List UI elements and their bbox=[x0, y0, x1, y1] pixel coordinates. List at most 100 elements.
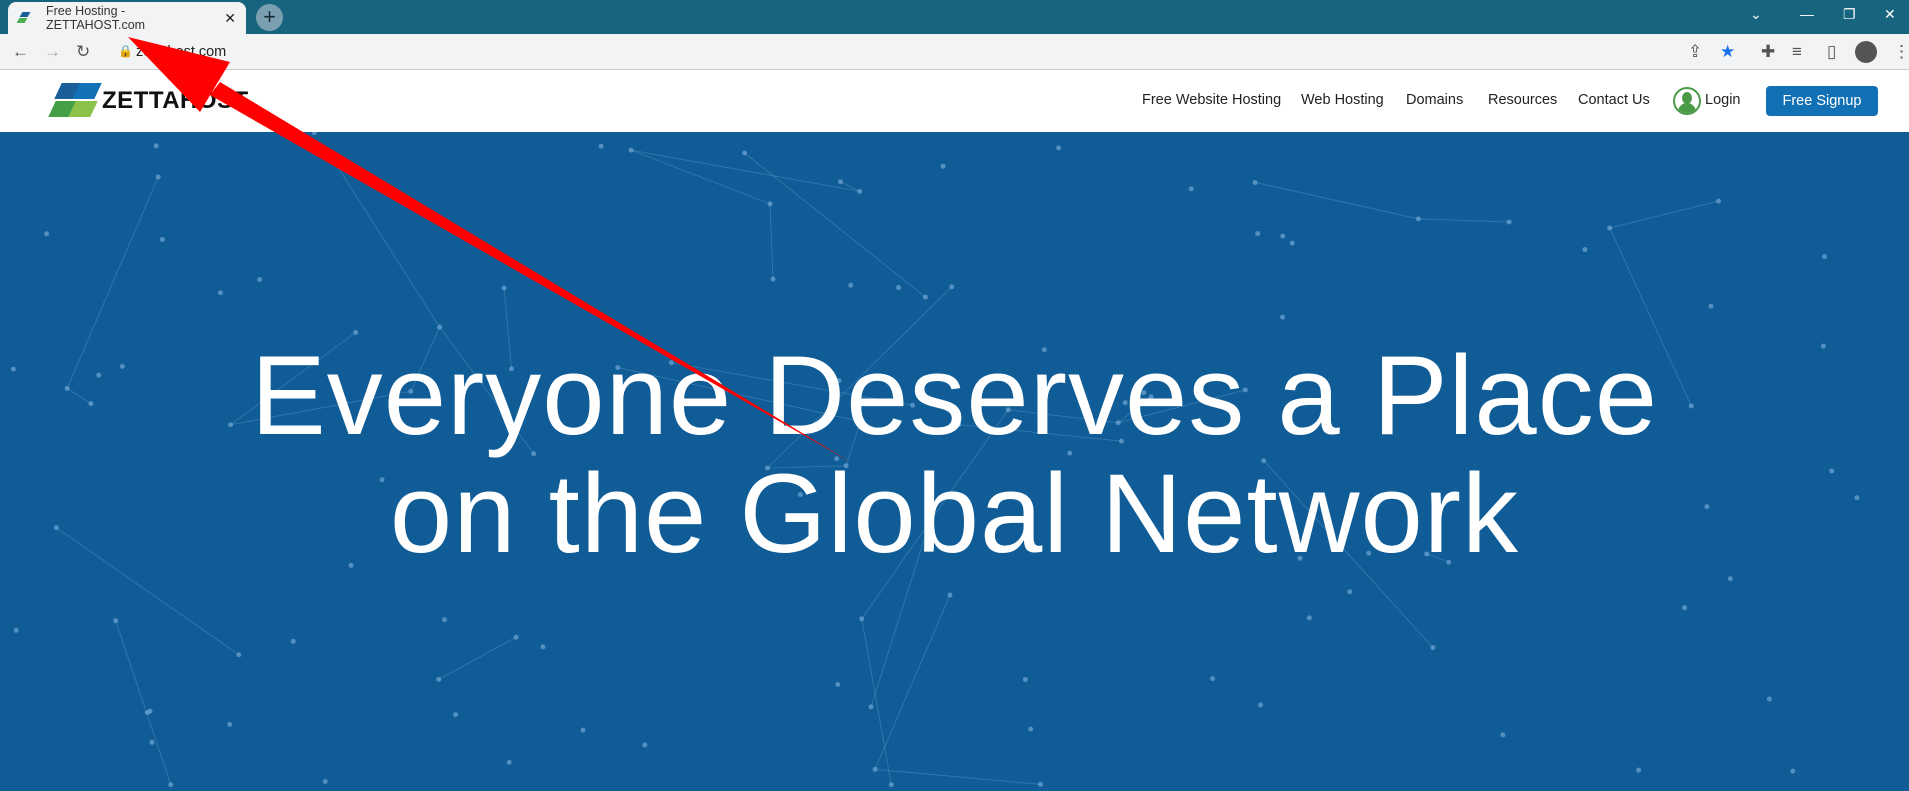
forward-icon[interactable]: → bbox=[44, 42, 61, 62]
free-signup-button[interactable]: Free Signup bbox=[1766, 86, 1878, 116]
hero-headline: Everyone Deserves a Place on the Global … bbox=[0, 337, 1909, 573]
reload-icon[interactable]: ↻ bbox=[76, 42, 90, 62]
network-line bbox=[438, 636, 517, 680]
close-window-icon[interactable]: ✕ bbox=[1884, 6, 1896, 23]
network-node bbox=[113, 618, 119, 624]
network-node bbox=[922, 294, 928, 300]
network-line bbox=[631, 149, 860, 192]
side-panel-icon[interactable]: ▯ bbox=[1827, 42, 1836, 62]
network-node bbox=[1716, 198, 1722, 204]
network-node bbox=[1500, 732, 1506, 738]
network-node bbox=[1258, 702, 1264, 708]
network-node bbox=[1790, 768, 1796, 774]
network-node bbox=[940, 163, 946, 169]
network-node bbox=[155, 174, 161, 180]
network-node bbox=[319, 154, 325, 160]
network-node bbox=[1506, 219, 1512, 225]
network-line bbox=[115, 620, 172, 785]
network-line bbox=[875, 768, 1041, 785]
bookmark-star-icon[interactable]: ★ bbox=[1720, 42, 1735, 62]
network-line bbox=[1418, 218, 1510, 223]
network-node bbox=[159, 237, 165, 243]
network-line bbox=[769, 203, 774, 280]
network-node bbox=[217, 290, 223, 296]
network-node bbox=[1028, 726, 1034, 732]
nav-web-hosting[interactable]: Web Hosting bbox=[1301, 92, 1384, 108]
network-node bbox=[835, 682, 841, 688]
browser-tab-bar: Free Hosting - ZETTAHOST.com ✕ + ⌄ — ❐ ✕ bbox=[0, 0, 1909, 34]
close-tab-icon[interactable]: ✕ bbox=[224, 10, 236, 27]
nav-resources[interactable]: Resources bbox=[1488, 92, 1557, 108]
nav-free-website-hosting[interactable]: Free Website Hosting bbox=[1142, 92, 1281, 108]
network-node bbox=[453, 712, 459, 718]
network-node bbox=[1188, 186, 1194, 192]
nav-contact-us[interactable]: Contact Us bbox=[1578, 92, 1650, 108]
extensions-icon[interactable]: ✚ bbox=[1761, 42, 1775, 62]
network-node bbox=[437, 324, 443, 330]
hero-line-1: Everyone Deserves a Place bbox=[250, 333, 1658, 458]
network-node bbox=[436, 676, 442, 682]
nav-domains[interactable]: Domains bbox=[1406, 92, 1463, 108]
profile-avatar[interactable] bbox=[1855, 41, 1877, 63]
network-line bbox=[335, 164, 441, 328]
network-node bbox=[1255, 231, 1261, 237]
network-node bbox=[1347, 589, 1353, 595]
login-link[interactable]: Login bbox=[1705, 92, 1740, 108]
network-line bbox=[874, 594, 951, 770]
network-node bbox=[888, 782, 894, 788]
browser-toolbar: ← → ↻ 🔒 zettahost.com ⇪ ★ ✚ ≡ ▯ ⋮ bbox=[0, 34, 1909, 70]
network-line bbox=[1609, 200, 1719, 229]
network-node bbox=[642, 742, 648, 748]
network-node bbox=[1430, 645, 1436, 651]
network-node bbox=[149, 739, 155, 745]
network-node bbox=[506, 759, 512, 765]
network-line bbox=[861, 618, 892, 785]
network-node bbox=[580, 727, 586, 733]
network-node bbox=[227, 721, 233, 727]
network-node bbox=[628, 147, 634, 153]
network-node bbox=[13, 627, 19, 633]
network-node bbox=[1708, 303, 1714, 309]
network-node bbox=[290, 638, 296, 644]
network-node bbox=[44, 231, 50, 237]
network-node bbox=[770, 276, 776, 282]
network-node bbox=[868, 704, 874, 710]
tab-search-icon[interactable]: ⌄ bbox=[1750, 6, 1762, 23]
network-node bbox=[1038, 781, 1044, 787]
network-node bbox=[1022, 676, 1028, 682]
network-node bbox=[1682, 605, 1688, 611]
share-icon[interactable]: ⇪ bbox=[1688, 42, 1702, 62]
new-tab-button[interactable]: + bbox=[256, 4, 283, 31]
back-icon[interactable]: ← bbox=[12, 42, 29, 62]
network-node bbox=[947, 592, 953, 598]
menu-icon[interactable]: ⋮ bbox=[1893, 42, 1909, 62]
minimize-icon[interactable]: — bbox=[1800, 6, 1814, 22]
user-avatar-icon[interactable] bbox=[1673, 87, 1701, 115]
site-header: ZETTAHOST Free Website Hosting Web Hosti… bbox=[0, 70, 1909, 132]
network-node bbox=[513, 634, 519, 640]
address-bar[interactable]: zettahost.com bbox=[136, 44, 226, 60]
restore-icon[interactable]: ❐ bbox=[1843, 6, 1856, 23]
network-node bbox=[896, 285, 902, 291]
network-line bbox=[744, 152, 926, 298]
network-node bbox=[1766, 696, 1772, 702]
hero-section: Everyone Deserves a Place on the Global … bbox=[0, 132, 1909, 791]
network-node bbox=[1280, 233, 1286, 239]
zettahost-favicon-icon bbox=[16, 12, 34, 24]
reading-list-icon[interactable]: ≡ bbox=[1792, 42, 1802, 62]
logo-text: ZETTAHOST bbox=[102, 87, 249, 114]
lock-icon[interactable]: 🔒 bbox=[118, 44, 133, 58]
network-node bbox=[311, 132, 317, 136]
zettahost-logo[interactable]: ZETTAHOST bbox=[48, 83, 249, 119]
tab-title: Free Hosting - ZETTAHOST.com bbox=[46, 4, 146, 32]
network-node bbox=[742, 150, 748, 156]
network-node bbox=[257, 277, 263, 283]
network-node bbox=[322, 779, 328, 785]
browser-tab[interactable]: Free Hosting - ZETTAHOST.com ✕ bbox=[8, 2, 246, 34]
network-node bbox=[949, 284, 955, 290]
network-node bbox=[144, 710, 150, 716]
network-node bbox=[1210, 676, 1216, 682]
network-node bbox=[1289, 240, 1295, 246]
network-node bbox=[1727, 576, 1733, 582]
network-node bbox=[1582, 247, 1588, 253]
